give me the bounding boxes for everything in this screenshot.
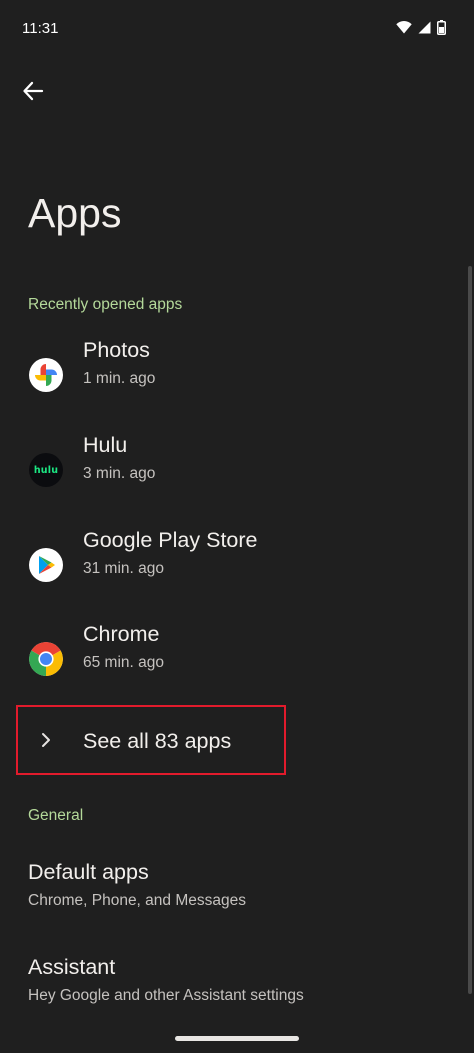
page-title: Apps	[28, 190, 122, 236]
setting-summary: Chrome, Phone, and Messages	[28, 892, 246, 909]
app-item-photos[interactable]: Photos 1 min. ago	[0, 330, 470, 420]
setting-title: Default apps	[28, 860, 149, 884]
signal-icon	[418, 21, 431, 39]
photos-icon	[29, 358, 63, 392]
chevron-right-icon	[36, 729, 56, 751]
play-store-icon	[29, 548, 63, 582]
app-item-chrome[interactable]: Chrome 65 min. ago	[0, 614, 470, 704]
status-bar: 11:31	[0, 0, 474, 60]
back-button[interactable]	[14, 74, 52, 112]
section-header-general: General	[28, 807, 84, 824]
see-all-apps-button[interactable]: See all 83 apps	[16, 705, 286, 775]
status-icons	[396, 20, 446, 40]
gesture-nav-bar[interactable]	[175, 1036, 299, 1041]
app-name: Hulu	[83, 433, 128, 457]
app-last-opened: 3 min. ago	[83, 465, 156, 482]
app-last-opened: 31 min. ago	[83, 560, 164, 577]
battery-icon	[437, 20, 446, 40]
app-name: Photos	[83, 338, 150, 362]
status-time: 11:31	[22, 20, 59, 37]
see-all-apps-label: See all 83 apps	[83, 729, 232, 753]
section-header-recent: Recently opened apps	[28, 296, 183, 313]
hulu-icon: hulu	[29, 453, 63, 487]
setting-assistant[interactable]: Assistant Hey Google and other Assistant…	[0, 955, 470, 1027]
app-name: Chrome	[83, 622, 160, 646]
setting-default-apps[interactable]: Default apps Chrome, Phone, and Messages	[0, 860, 470, 932]
app-name: Google Play Store	[83, 528, 258, 552]
app-last-opened: 65 min. ago	[83, 654, 164, 671]
setting-title: Assistant	[28, 955, 116, 979]
setting-summary: Hey Google and other Assistant settings	[28, 987, 304, 1004]
hulu-logo-text: hulu	[33, 464, 59, 476]
chrome-icon	[29, 642, 63, 676]
wifi-icon	[396, 21, 412, 39]
app-item-play-store[interactable]: Google Play Store 31 min. ago	[0, 520, 470, 610]
app-last-opened: 1 min. ago	[83, 370, 156, 387]
app-item-hulu[interactable]: hulu Hulu 3 min. ago	[0, 425, 470, 515]
arrow-left-icon	[22, 80, 44, 107]
